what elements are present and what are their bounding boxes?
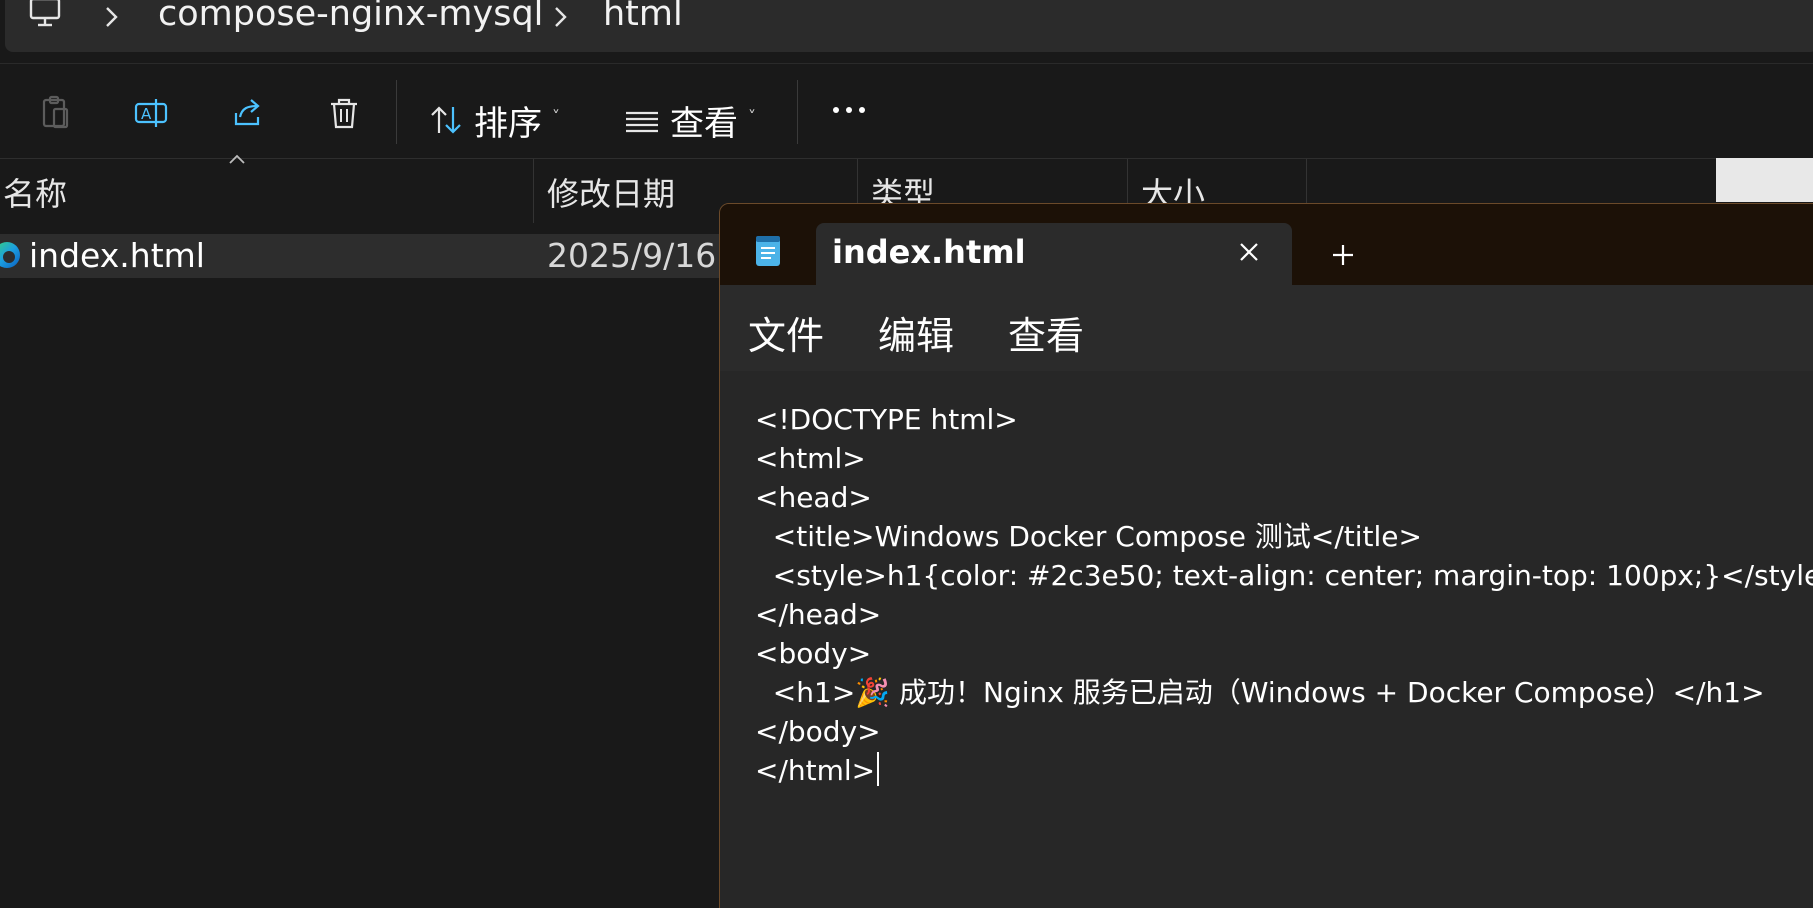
- tab-title: index.html: [832, 233, 1026, 271]
- breadcrumb-chevron-icon[interactable]: [547, 4, 573, 30]
- more-options-button[interactable]: [826, 90, 872, 130]
- close-tab-icon[interactable]: [1236, 239, 1262, 265]
- view-button[interactable]: 查看 ˅: [624, 94, 756, 146]
- command-bar: [0, 64, 1813, 158]
- menu-edit[interactable]: 编辑: [878, 305, 954, 360]
- file-name[interactable]: index.html: [29, 236, 205, 275]
- external-window-edge: [1716, 158, 1813, 202]
- code-line: <title>Windows Docker Compose 测试</title>: [755, 520, 1422, 553]
- edge-html-file-icon: [0, 242, 20, 268]
- notepad-app-icon: [756, 236, 780, 266]
- sort-ascending-indicator: [229, 154, 245, 164]
- toolbar-divider: [396, 80, 397, 144]
- chevron-down-icon: ˅: [552, 106, 560, 126]
- file-modified-date: 2025/9/16: [547, 236, 717, 275]
- code-line: <!DOCTYPE html>: [755, 403, 1018, 436]
- code-line: <html>: [755, 442, 866, 475]
- column-divider[interactable]: [533, 159, 534, 223]
- notepad-window[interactable]: index.html 文件 编辑 查看 <!DOCTYPE html> <htm…: [719, 203, 1813, 908]
- menu-file[interactable]: 文件: [748, 305, 824, 360]
- column-name[interactable]: 名称: [3, 169, 67, 215]
- code-line-text: </html>: [755, 754, 876, 787]
- view-label: 查看: [670, 103, 738, 144]
- paste-button[interactable]: [38, 95, 74, 131]
- breadcrumb-item-compose-nginx-mysql[interactable]: compose-nginx-mysql: [158, 0, 543, 34]
- notepad-titlebar[interactable]: index.html: [720, 204, 1813, 285]
- new-tab-icon[interactable]: [1328, 240, 1358, 270]
- trash-icon: [331, 98, 357, 129]
- tab-index-html[interactable]: index.html: [816, 223, 1292, 285]
- code-line: </head>: [755, 598, 882, 631]
- code-line: </body>: [755, 715, 881, 748]
- svg-text:A: A: [141, 105, 152, 123]
- breadcrumb-item-html[interactable]: html: [603, 0, 683, 34]
- code-line: <body>: [755, 637, 872, 670]
- toolbar-divider: [797, 80, 798, 144]
- sort-icon: [431, 106, 461, 134]
- notepad-menubar: 文件 编辑 查看: [720, 285, 1813, 371]
- delete-button[interactable]: [326, 95, 362, 131]
- text-editor[interactable]: <!DOCTYPE html> <html> <head> <title>Win…: [720, 371, 1813, 908]
- code-line-last: </html>: [755, 751, 880, 790]
- rename-button[interactable]: A: [134, 95, 170, 131]
- code-line: <head>: [755, 481, 872, 514]
- column-modified[interactable]: 修改日期: [547, 169, 675, 215]
- more-icon: [833, 107, 865, 113]
- share-icon: [234, 99, 260, 126]
- screen: compose-nginx-mysql html A 排序 ˅ 查看 ˅ 名称 …: [0, 0, 1813, 908]
- share-button[interactable]: [230, 95, 266, 131]
- sort-button[interactable]: 排序 ˅: [428, 94, 560, 146]
- breadcrumb-chevron-icon[interactable]: [98, 4, 124, 30]
- code-line: <h1>🎉 成功！Nginx 服务已启动（Windows + Docker Co…: [755, 676, 1765, 709]
- clipboard-icon: [42, 95, 69, 129]
- list-view-icon: [626, 111, 658, 133]
- chevron-down-icon: ˅: [748, 106, 756, 126]
- text-cursor: [877, 752, 880, 786]
- menu-view[interactable]: 查看: [1008, 305, 1084, 360]
- sort-label: 排序: [474, 103, 542, 144]
- this-pc-icon[interactable]: [28, 0, 62, 30]
- code-line: <style>h1{color: #2c3e50; text-align: ce…: [755, 559, 1813, 592]
- rename-icon: A: [134, 99, 168, 127]
